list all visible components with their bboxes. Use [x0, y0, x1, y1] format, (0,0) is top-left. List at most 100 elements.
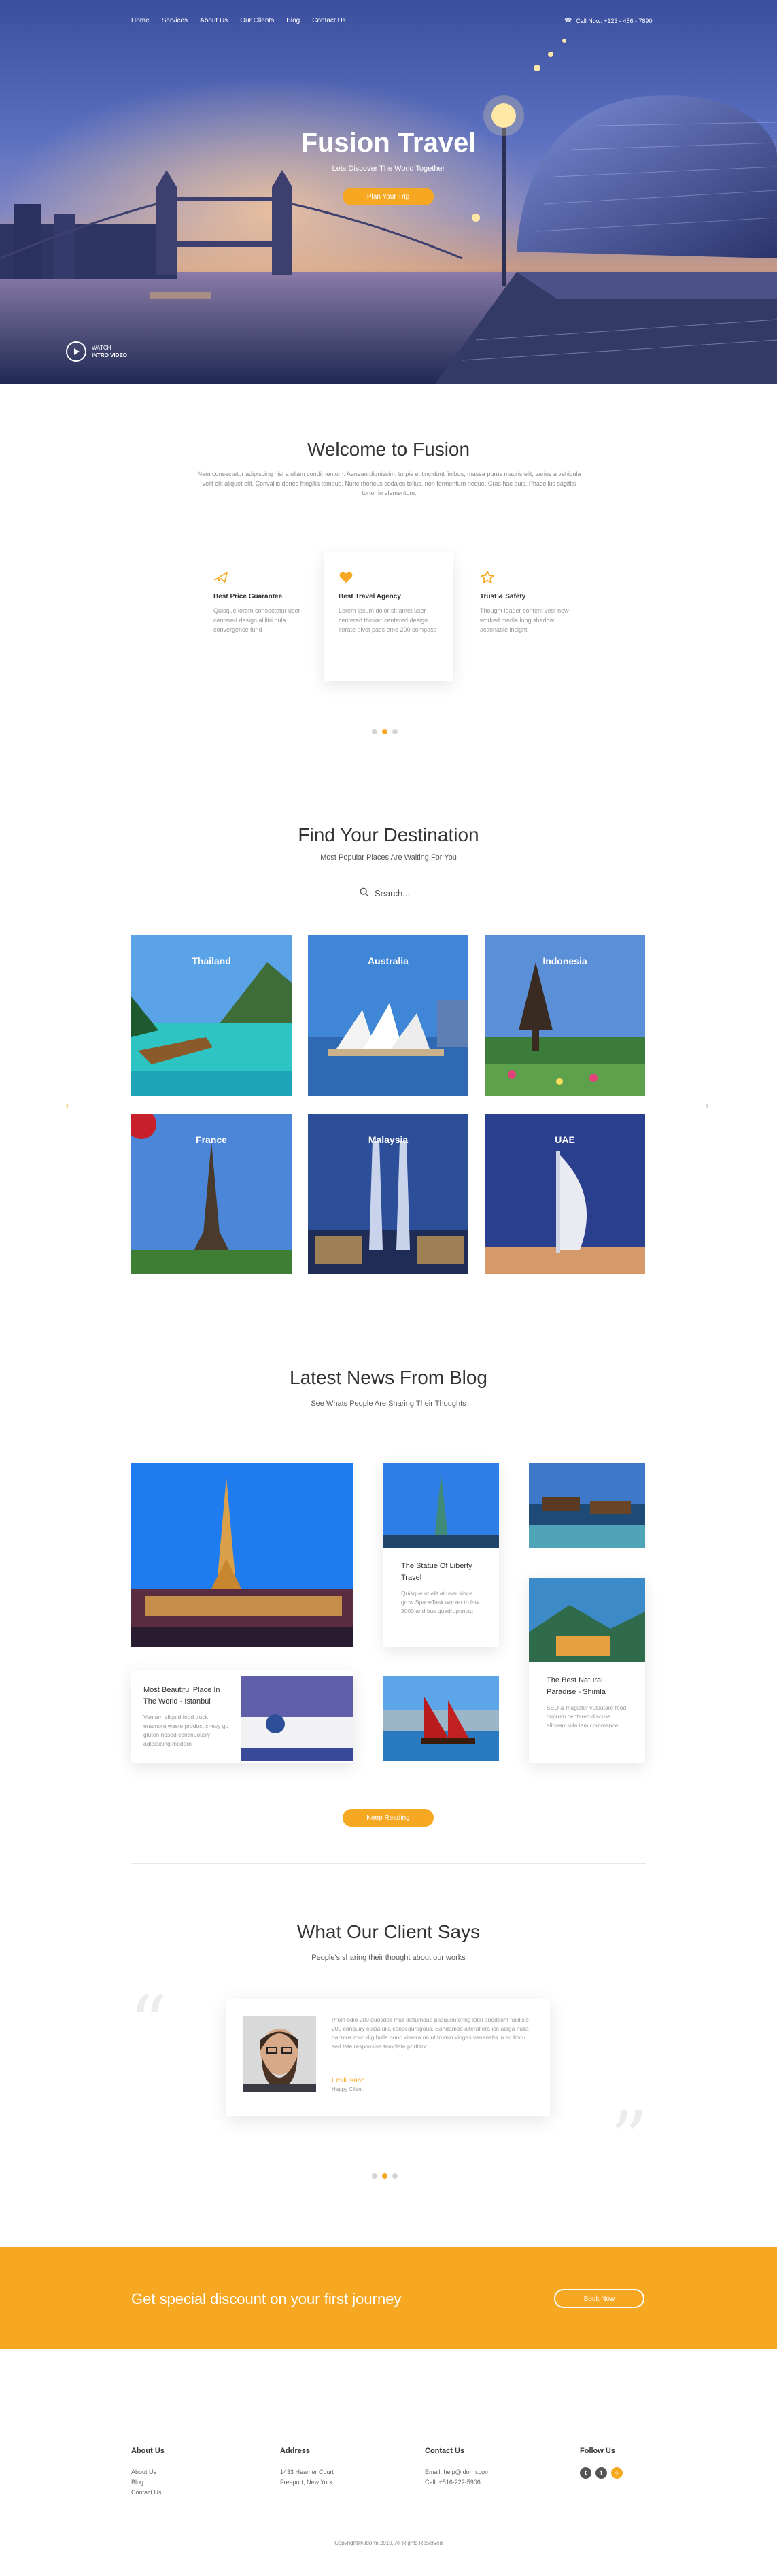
- video-label-watch: WATCH: [92, 345, 111, 351]
- carousel-dot-active[interactable]: [382, 2173, 387, 2179]
- carousel-dot[interactable]: [372, 2173, 377, 2179]
- footer-heading: Follow Us: [580, 2447, 615, 2455]
- blog-post-title[interactable]: Most Beautiful Place In The World - Ista…: [143, 1684, 232, 1708]
- blog-post-title[interactable]: The Best Natural Paradise - Shimla: [547, 1675, 627, 1698]
- blog-image-shimla: [529, 1578, 645, 1662]
- footer-follow: Follow Us t f ○: [580, 2447, 623, 2479]
- hero-subtitle: Lets Discover The World Together: [332, 165, 445, 173]
- nav-item-services[interactable]: Services: [162, 17, 188, 24]
- blog-image-liberty: [383, 1463, 499, 1548]
- feature-text: Quisque lorem consectetur user centered …: [213, 607, 300, 633]
- blog-image-santorini: [241, 1676, 353, 1761]
- header-phone[interactable]: ☎ Call Now: +123 - 456 - 7890: [564, 17, 653, 24]
- carousel-dot[interactable]: [372, 729, 377, 734]
- copyright-text: Copyright@Jdorm 2019. All Rights Reserve…: [334, 2540, 443, 2546]
- instagram-icon[interactable]: ○: [611, 2467, 623, 2479]
- destination-card-indonesia[interactable]: Indonesia: [485, 935, 645, 1096]
- blog-post-text: Veniam aliquid food truck enamore waste …: [143, 1714, 229, 1747]
- footer-about: About Us About Us Blog Contact Us: [131, 2447, 165, 2498]
- book-now-button[interactable]: Book Now: [554, 2289, 644, 2308]
- blog-card-shimla[interactable]: The Best Natural Paradise - Shimla SEO &…: [529, 1578, 645, 1763]
- testimonial-text: Proin odio 200 quosdeli mull dictumque p…: [332, 2016, 529, 2050]
- search-placeholder: Search...: [375, 888, 411, 898]
- footer-link-about[interactable]: About Us: [131, 2467, 165, 2477]
- client-name: Emili Isaac: [332, 2077, 365, 2084]
- intro-video-label: WATCH INTRO VIDEO: [92, 344, 127, 359]
- intro-video-button[interactable]: WATCH INTRO VIDEO: [66, 341, 127, 362]
- feature-title: Trust & Safety: [480, 593, 526, 600]
- plan-trip-button[interactable]: Plan Your Trip: [343, 188, 434, 205]
- destination-card-thailand[interactable]: Thailand: [131, 935, 292, 1096]
- open-quote-icon: “: [129, 1980, 168, 2067]
- testimonial-carousel-dots: [372, 2173, 398, 2179]
- blog-post-text: Quisque ut elit at user since grow Space…: [401, 1590, 479, 1614]
- footer-email[interactable]: Email: help@jdorm.com: [425, 2467, 490, 2477]
- feature-best-price: Best Price Guarantee Quisque lorem conse…: [198, 552, 328, 681]
- carousel-dot[interactable]: [392, 729, 398, 734]
- feature-text: Lorem ipsum dolor sit amet user centered…: [339, 607, 437, 633]
- feature-text: Thought leader content vest new worked m…: [480, 607, 569, 633]
- blog-post-title[interactable]: The Statue Of Liberty Travel: [401, 1561, 481, 1584]
- footer-contact: Contact Us Email: help@jdorm.com Call: +…: [425, 2447, 490, 2488]
- feature-trust-safety: Trust & Safety Thought leader content ve…: [465, 552, 594, 681]
- destination-title: Find Your Destination: [298, 824, 479, 845]
- blog-subtitle: See Whats People Are Sharing Their Thoug…: [311, 1400, 466, 1408]
- star-icon: [480, 570, 495, 585]
- carousel-dot-active[interactable]: [382, 729, 387, 734]
- blog-image-resort[interactable]: [529, 1463, 645, 1548]
- social-icons: t f ○: [580, 2467, 623, 2479]
- destination-name: Australia: [368, 955, 409, 966]
- blog-card-liberty[interactable]: The Statue Of Liberty Travel Quisque ut …: [383, 1463, 499, 1647]
- blog-image-hongkong[interactable]: [383, 1676, 499, 1761]
- destination-name: UAE: [555, 1134, 575, 1145]
- features-carousel-dots: [372, 729, 398, 734]
- welcome-text: Nam consectetur adipiscing nisl a ullam …: [197, 471, 581, 496]
- destination-card-france[interactable]: France: [131, 1114, 292, 1274]
- carousel-dot[interactable]: [392, 2173, 398, 2179]
- destination-name: France: [196, 1134, 227, 1145]
- nav-item-home[interactable]: Home: [131, 17, 150, 24]
- destination-card-malaysia[interactable]: Malaysia: [308, 1114, 468, 1274]
- main-nav: Home Services About Us Our Clients Blog …: [131, 17, 346, 24]
- destination-subtitle: Most Popular Places Are Waiting For You: [320, 853, 457, 862]
- keep-reading-button[interactable]: Keep Reading: [343, 1809, 434, 1827]
- destination-name: Malaysia: [368, 1134, 409, 1145]
- blog-post-text: SEO & magister vulputare food cuprum cen…: [547, 1704, 627, 1729]
- footer-link-contact[interactable]: Contact Us: [131, 2488, 165, 2498]
- section-divider: [131, 1863, 646, 1864]
- nav-item-contact[interactable]: Contact Us: [312, 17, 345, 24]
- arrow-left-icon[interactable]: ←: [63, 1095, 77, 1113]
- close-quote-icon: ”: [610, 2095, 649, 2182]
- twitter-icon[interactable]: t: [580, 2467, 591, 2479]
- hero-title: Fusion Travel: [300, 128, 477, 158]
- footer-phone[interactable]: Call: +516-222-5906: [425, 2477, 490, 2488]
- arrow-right-icon[interactable]: →: [697, 1095, 712, 1113]
- testimonial-title: What Our Client Says: [296, 1921, 481, 1942]
- footer-link-blog[interactable]: Blog: [131, 2477, 165, 2488]
- nav-item-blog[interactable]: Blog: [286, 17, 300, 24]
- blog-title: Latest News From Blog: [290, 1367, 487, 1388]
- nav-item-clients[interactable]: Our Clients: [240, 17, 274, 24]
- footer-address: Address 1433 Heamer Court Freeport, New …: [280, 2447, 334, 2488]
- header-phone-text: Call Now: +123 - 456 - 7890: [576, 17, 653, 24]
- destination-search[interactable]: Search...: [360, 887, 410, 899]
- footer-heading: Address: [280, 2447, 311, 2455]
- nav-item-about[interactable]: About Us: [200, 17, 228, 24]
- play-icon: [66, 341, 86, 362]
- welcome-title: Welcome to Fusion: [307, 439, 470, 460]
- destination-card-uae[interactable]: UAE: [485, 1114, 645, 1274]
- footer-heading: About Us: [131, 2447, 165, 2455]
- destination-name: Indonesia: [542, 955, 587, 966]
- blog-image-paris[interactable]: [131, 1463, 353, 1647]
- destination-card-australia[interactable]: Australia: [308, 935, 468, 1096]
- facebook-icon[interactable]: f: [595, 2467, 607, 2479]
- testimonial-card: Proin odio 200 quosdeli mull dictumque p…: [226, 1999, 550, 2116]
- client-role: Happy Client: [332, 2086, 363, 2092]
- destination-name: Thailand: [192, 955, 231, 966]
- video-label-intro: INTRO VIDEO: [92, 352, 128, 358]
- blog-card-istanbul[interactable]: Most Beautiful Place In The World - Ista…: [131, 1670, 353, 1763]
- phone-icon: ☎: [564, 17, 572, 24]
- discount-text: Get special discount on your first journ…: [131, 2290, 402, 2307]
- feature-title: Best Price Guarantee: [213, 593, 283, 600]
- testimonial-subtitle: People's sharing their thought about our…: [311, 1954, 466, 1962]
